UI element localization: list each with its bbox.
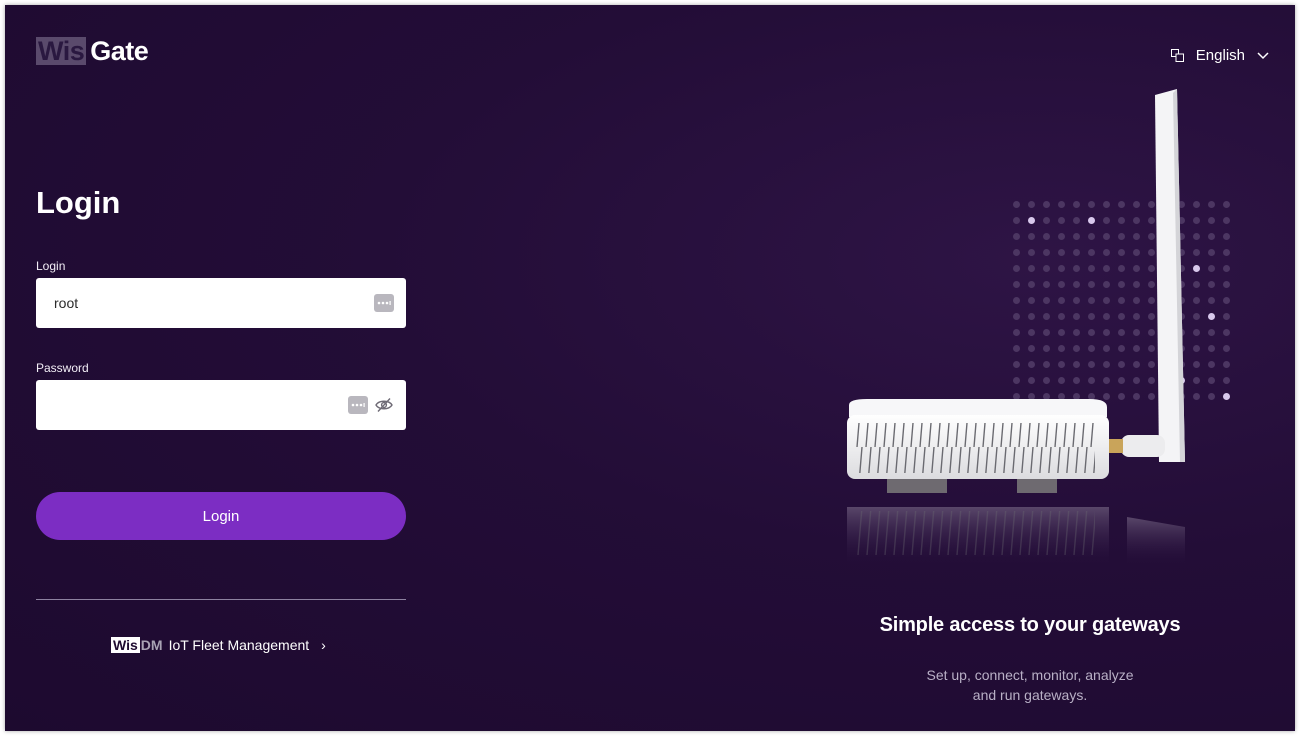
grid-dot (1208, 249, 1215, 256)
password-input[interactable] (52, 396, 342, 414)
grid-dot (1208, 329, 1215, 336)
hero-tagline: Simple access to your gateways (879, 614, 1181, 636)
grid-dot (1208, 345, 1215, 352)
grid-dot (1223, 329, 1230, 336)
wisdm-label: IoT Fleet Management (168, 637, 310, 653)
hero-subline-line-2: and run gateways. (972, 687, 1088, 703)
chevron-right-icon: › (321, 637, 326, 653)
grid-dot (1208, 393, 1215, 400)
grid-dot (1223, 249, 1230, 256)
grid-dot (1208, 265, 1215, 272)
grid-dot (1223, 393, 1230, 400)
grid-dot (1223, 217, 1230, 224)
language-icon (1170, 49, 1184, 62)
password-manager-icon[interactable] (374, 294, 394, 312)
grid-dot (1208, 233, 1215, 240)
wisgate-logo: Wis Gate (36, 36, 149, 66)
divider (36, 599, 406, 600)
grid-dot (1208, 297, 1215, 304)
wisdm-logo-dm: DM (140, 637, 163, 653)
logo-gate: Gate (90, 36, 149, 66)
login-input[interactable] (52, 294, 368, 312)
grid-dot (1208, 217, 1215, 224)
wisdm-logo: Wis DM (111, 637, 163, 653)
login-field-label: Login (36, 259, 66, 273)
language-label: English (1195, 47, 1245, 64)
grid-dot (1208, 281, 1215, 288)
hero-subline: Set up, connect, monitor, analyze and ru… (885, 665, 1175, 705)
grid-dot (1223, 265, 1230, 272)
password-field (36, 380, 406, 430)
grid-dot (1223, 377, 1230, 384)
grid-dot (1223, 233, 1230, 240)
gateway-router-image (847, 89, 1185, 565)
grid-dot (1208, 201, 1215, 208)
page-title: Login (36, 185, 121, 220)
chevron-down-icon (1257, 51, 1269, 59)
grid-dot (1208, 361, 1215, 368)
grid-dot (1223, 297, 1230, 304)
hero-subline-line-1: Set up, connect, monitor, analyze (926, 667, 1134, 683)
grid-dot (1208, 313, 1215, 320)
login-button[interactable]: Login (36, 492, 406, 540)
grid-dot (1223, 313, 1230, 320)
password-field-label: Password (36, 361, 89, 375)
grid-dot (1223, 281, 1230, 288)
password-manager-icon[interactable] (348, 396, 368, 414)
login-page: Wis Gate English Login Login Password Lo… (5, 5, 1295, 731)
wisdm-logo-wis: Wis (111, 637, 140, 653)
login-field (36, 278, 406, 328)
eye-off-icon[interactable] (374, 397, 394, 413)
language-selector[interactable]: English (1170, 47, 1269, 64)
grid-dot (1208, 377, 1215, 384)
wisdm-link[interactable]: Wis DM IoT Fleet Management › (111, 637, 326, 653)
grid-dot (1223, 201, 1230, 208)
grid-dot (1223, 361, 1230, 368)
grid-dot (1223, 345, 1230, 352)
logo-wis: Wis (36, 36, 87, 66)
